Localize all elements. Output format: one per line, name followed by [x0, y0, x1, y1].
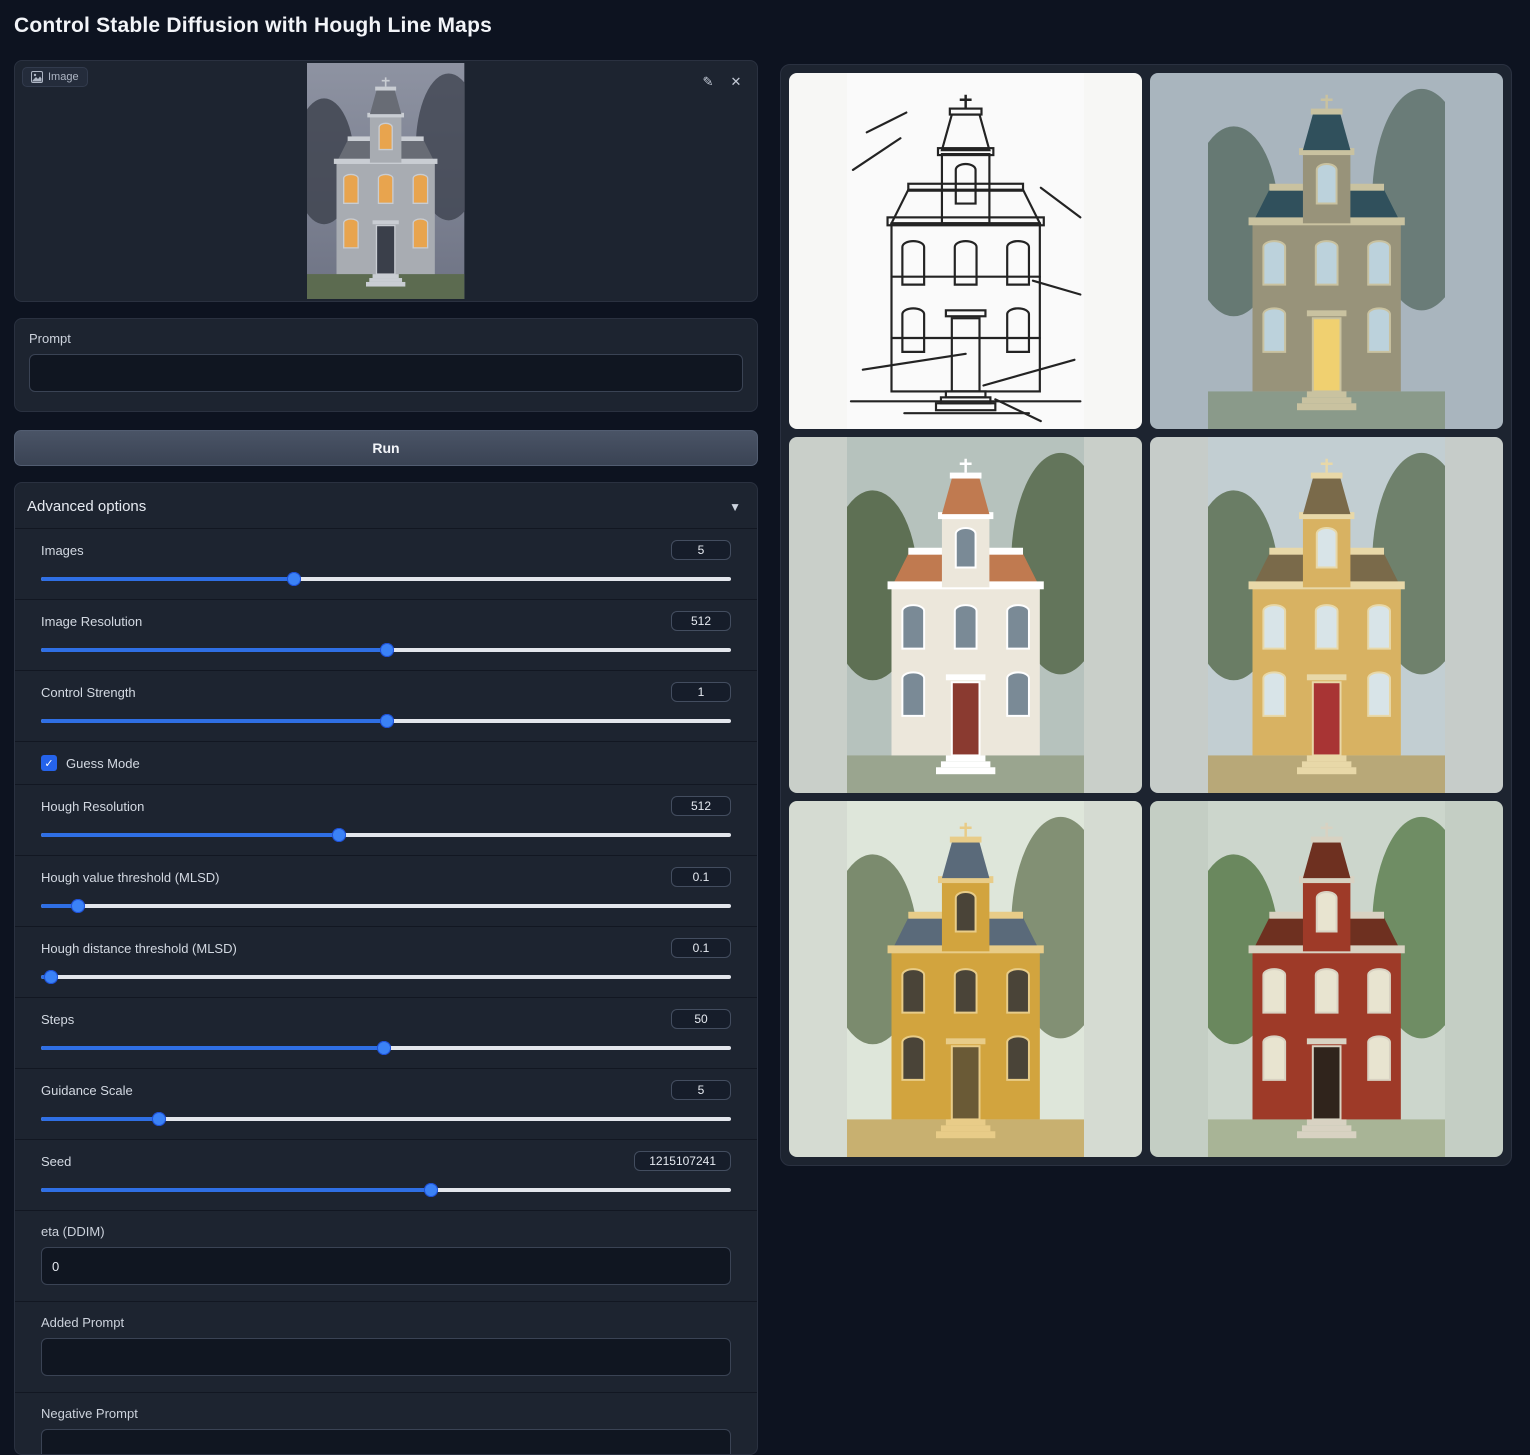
slider-label-hough-value-threshold-mlsd: Hough value threshold (MLSD) — [41, 870, 219, 885]
gallery-item-painting-gold-victorian-house[interactable] — [789, 801, 1142, 1157]
input-row-added-prompt: Added Prompt — [15, 1301, 757, 1392]
prompt-field-block: Prompt — [14, 318, 758, 412]
slider-hough-resolution[interactable] — [41, 828, 731, 842]
value-input-hough-resolution[interactable]: 512 — [671, 796, 731, 816]
slider-thumb[interactable] — [380, 714, 394, 728]
left-column: Image ✎ ✕ Prompt Run Advanced options ▼ … — [14, 60, 758, 1455]
slider-fill — [41, 1046, 384, 1050]
slider-label-images: Images — [41, 543, 84, 558]
output-gallery — [780, 64, 1512, 1166]
slider-thumb[interactable] — [152, 1112, 166, 1126]
slider-row-guidance-scale: Guidance Scale 5 — [15, 1068, 757, 1139]
slider-steps[interactable] — [41, 1041, 731, 1055]
advanced-options-accordion: Advanced options ▼ Images 5 Image Resoluti… — [14, 482, 758, 1455]
slider-hough-distance-threshold-mlsd[interactable] — [41, 970, 731, 984]
slider-row-images: Images 5 — [15, 528, 757, 599]
gallery-item-painting-teal-victorian-house[interactable] — [1150, 73, 1503, 429]
prompt-input[interactable] — [29, 354, 743, 392]
input-label-added-prompt: Added Prompt — [41, 1315, 731, 1330]
slider-label-image-resolution: Image Resolution — [41, 614, 142, 629]
slider-images[interactable] — [41, 572, 731, 586]
value-input-control-strength[interactable]: 1 — [671, 682, 731, 702]
slider-seed[interactable] — [41, 1183, 731, 1197]
slider-fill — [41, 719, 387, 723]
slider-row-hough-distance-threshold-mlsd: Hough distance threshold (MLSD) 0.1 — [15, 926, 757, 997]
gallery-item-painting-white-victorian-house[interactable] — [789, 437, 1142, 793]
slider-label-seed: Seed — [41, 1154, 71, 1169]
image-label-tab: Image — [22, 67, 88, 87]
slider-hough-value-threshold-mlsd[interactable] — [41, 899, 731, 913]
input-row-negative-prompt: Negative Prompt — [15, 1392, 757, 1455]
slider-image-resolution[interactable] — [41, 643, 731, 657]
guess-mode-checkbox[interactable]: ✓ — [41, 755, 57, 771]
slider-label-guidance-scale: Guidance Scale — [41, 1083, 133, 1098]
value-input-steps[interactable]: 50 — [671, 1009, 731, 1029]
gallery-item-hough-line-map[interactable] — [789, 73, 1142, 429]
slider-thumb[interactable] — [287, 572, 301, 586]
slider-row-steps: Steps 50 — [15, 997, 757, 1068]
prompt-label: Prompt — [29, 331, 743, 346]
checkbox-row-guess-mode: ✓ Guess Mode — [15, 741, 757, 784]
slider-fill — [41, 648, 387, 652]
value-input-seed[interactable]: 1215107241 — [634, 1151, 731, 1171]
image-label: Image — [48, 71, 79, 83]
gallery-item-painting-tan-house-red-door[interactable] — [1150, 437, 1503, 793]
slider-row-control-strength: Control Strength 1 — [15, 670, 757, 741]
input-image-component: Image ✎ ✕ — [14, 60, 758, 302]
page-title: Control Stable Diffusion with Hough Line… — [14, 14, 492, 38]
slider-thumb[interactable] — [380, 643, 394, 657]
gallery-item-painting-red-brick-victorian-house[interactable] — [1150, 801, 1503, 1157]
slider-label-hough-resolution: Hough Resolution — [41, 799, 144, 814]
slider-label-control-strength: Control Strength — [41, 685, 136, 700]
run-button[interactable]: Run — [14, 430, 758, 466]
checkbox-label-guess-mode: Guess Mode — [66, 756, 140, 771]
value-input-image-resolution[interactable]: 512 — [671, 611, 731, 631]
slider-track[interactable] — [41, 904, 731, 908]
image-icon — [31, 71, 43, 83]
slider-row-hough-resolution: Hough Resolution 512 — [15, 784, 757, 855]
value-input-hough-distance-threshold-mlsd[interactable]: 0.1 — [671, 938, 731, 958]
negative-prompt-input[interactable] — [41, 1429, 731, 1455]
slider-fill — [41, 1188, 431, 1192]
slider-row-seed: Seed 1215107241 — [15, 1139, 757, 1210]
slider-label-hough-distance-threshold-mlsd: Hough distance threshold (MLSD) — [41, 941, 237, 956]
slider-fill — [41, 1117, 159, 1121]
slider-row-image-resolution: Image Resolution 512 — [15, 599, 757, 670]
slider-label-steps: Steps — [41, 1012, 74, 1027]
advanced-options-body: Images 5 Image Resolution 512 Control Streng… — [15, 528, 757, 1455]
advanced-options-title: Advanced options — [27, 498, 146, 515]
chevron-down-icon: ▼ — [729, 500, 741, 514]
input-row-eta-ddim: eta (DDIM) — [15, 1210, 757, 1301]
eta-ddim-input[interactable] — [41, 1247, 731, 1285]
input-image-preview[interactable] — [15, 63, 757, 299]
close-icon[interactable]: ✕ — [725, 71, 747, 93]
slider-thumb[interactable] — [44, 970, 58, 984]
slider-row-hough-value-threshold-mlsd: Hough value threshold (MLSD) 0.1 — [15, 855, 757, 926]
pencil-icon[interactable]: ✎ — [697, 71, 719, 93]
added-prompt-input[interactable] — [41, 1338, 731, 1376]
slider-fill — [41, 577, 294, 581]
input-label-eta-ddim: eta (DDIM) — [41, 1224, 731, 1239]
slider-thumb[interactable] — [377, 1041, 391, 1055]
slider-track[interactable] — [41, 975, 731, 979]
slider-fill — [41, 833, 339, 837]
input-label-negative-prompt: Negative Prompt — [41, 1406, 731, 1421]
slider-thumb[interactable] — [424, 1183, 438, 1197]
slider-thumb[interactable] — [71, 899, 85, 913]
value-input-images[interactable]: 5 — [671, 540, 731, 560]
slider-guidance-scale[interactable] — [41, 1112, 731, 1126]
slider-thumb[interactable] — [332, 828, 346, 842]
value-input-guidance-scale[interactable]: 5 — [671, 1080, 731, 1100]
slider-control-strength[interactable] — [41, 714, 731, 728]
advanced-options-header[interactable]: Advanced options ▼ — [15, 483, 757, 528]
value-input-hough-value-threshold-mlsd[interactable]: 0.1 — [671, 867, 731, 887]
